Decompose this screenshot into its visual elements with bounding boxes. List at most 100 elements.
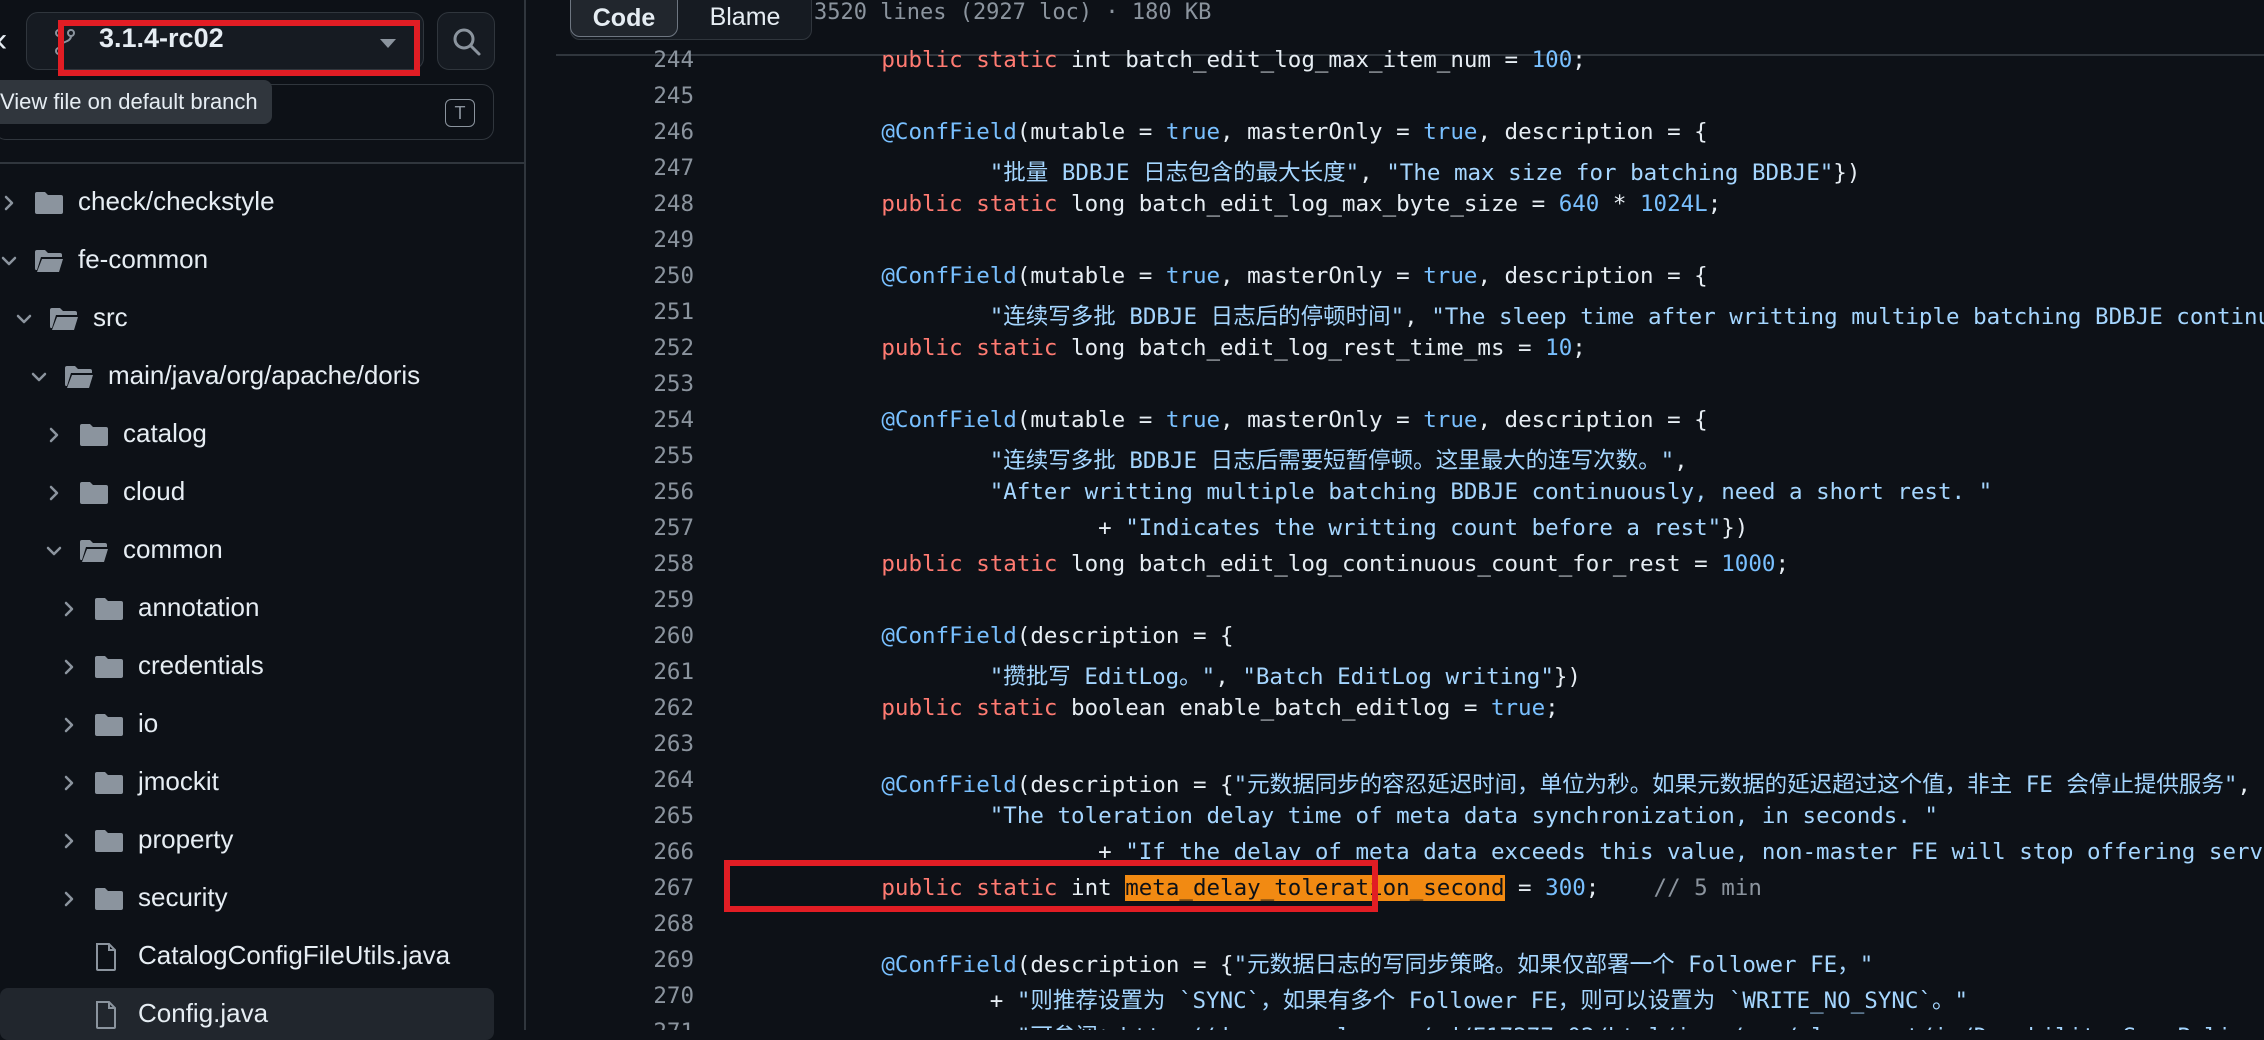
- code-line: 246 @ConfField(mutable = true, masterOnl…: [556, 115, 2264, 151]
- search-button[interactable]: [437, 12, 495, 70]
- line-number[interactable]: 267: [653, 875, 694, 901]
- tree-folder[interactable]: common: [0, 524, 494, 576]
- tree-item-label: annotation: [138, 592, 260, 622]
- tree-file[interactable]: CatalogConfigFileUtils.java: [0, 930, 494, 982]
- line-number[interactable]: 254: [653, 407, 694, 433]
- chevron-right-icon[interactable]: [58, 598, 80, 620]
- tree-item-label: fe-common: [78, 244, 209, 274]
- folder-icon: [95, 656, 123, 678]
- divider: [0, 162, 524, 164]
- tree-item-label: cloud: [123, 476, 186, 506]
- tree-item-label: security: [138, 882, 228, 912]
- tree-folder[interactable]: cloud: [0, 466, 494, 518]
- line-number[interactable]: 258: [653, 551, 694, 577]
- line-number[interactable]: 264: [653, 767, 694, 793]
- tree-file[interactable]: Config.java: [0, 988, 494, 1040]
- code-text: public static int meta_delay_toleration_…: [881, 875, 1762, 901]
- code-line: 265 "The toleration delay time of meta d…: [556, 799, 2264, 835]
- tree-folder[interactable]: catalog: [0, 408, 494, 460]
- line-number[interactable]: 268: [653, 911, 694, 937]
- line-number[interactable]: 260: [653, 623, 694, 649]
- line-number[interactable]: 248: [653, 191, 694, 217]
- view-tabs: Code Blame: [570, 0, 812, 40]
- line-number[interactable]: 271: [653, 1019, 694, 1030]
- chevron-right-icon[interactable]: [0, 192, 20, 214]
- tree-item-label: check/checkstyle: [78, 186, 275, 216]
- chevron-right-icon[interactable]: [58, 656, 80, 678]
- search-icon: [453, 28, 481, 56]
- line-number[interactable]: 262: [653, 695, 694, 721]
- folder-icon: [95, 888, 123, 910]
- line-number[interactable]: 245: [653, 83, 694, 109]
- branch-name: 3.1.4-rc02: [99, 23, 224, 53]
- folder-icon: [80, 482, 108, 504]
- tree-folder[interactable]: annotation: [0, 582, 494, 634]
- tree-folder[interactable]: credentials: [0, 640, 494, 692]
- code-text: "The toleration delay time of meta data …: [989, 803, 1938, 829]
- line-number[interactable]: 250: [653, 263, 694, 289]
- tab-code[interactable]: Code: [570, 0, 678, 37]
- code-line: 269 @ConfField(description = {"元数据日志的写同步…: [556, 943, 2264, 979]
- tree-folder[interactable]: property: [0, 814, 494, 866]
- line-number[interactable]: 269: [653, 947, 694, 973]
- code-line: 271 + "可参阅：http://docs.oracle.com/cd/E17…: [556, 1015, 2264, 1030]
- folder-icon: [35, 192, 63, 214]
- chevron-right-icon[interactable]: [58, 888, 80, 910]
- folder-open-icon: [35, 250, 63, 272]
- chevron-right-icon[interactable]: [58, 714, 80, 736]
- code-line: 264 @ConfField(description = {"元数据同步的容忍延…: [556, 763, 2264, 799]
- line-number[interactable]: 261: [653, 659, 694, 685]
- line-number[interactable]: 256: [653, 479, 694, 505]
- code-text: public static long batch_edit_log_contin…: [881, 551, 1789, 577]
- tree-folder[interactable]: jmockit: [0, 756, 494, 808]
- line-number[interactable]: 265: [653, 803, 694, 829]
- line-number[interactable]: 246: [653, 119, 694, 145]
- tree-folder[interactable]: fe-common: [0, 234, 494, 286]
- line-number[interactable]: 252: [653, 335, 694, 361]
- chevron-down-icon[interactable]: [13, 308, 35, 330]
- code-line: 244 public static int batch_edit_log_max…: [556, 43, 2264, 79]
- tree-folder[interactable]: main/java/org/apache/doris: [0, 350, 494, 402]
- code-line: 251 "连续写多批 BDBJE 日志后的停顿时间", "The sleep t…: [556, 295, 2264, 331]
- tree-folder[interactable]: io: [0, 698, 494, 750]
- tab-blame[interactable]: Blame: [683, 0, 807, 37]
- line-number[interactable]: 257: [653, 515, 694, 541]
- tree-item-label: credentials: [138, 650, 264, 680]
- folder-icon: [95, 598, 123, 620]
- chevron-left-icon[interactable]: ‹: [0, 22, 22, 58]
- line-number[interactable]: 249: [653, 227, 694, 253]
- line-number[interactable]: 259: [653, 587, 694, 613]
- code-line: 259: [556, 583, 2264, 619]
- chevron-right-icon[interactable]: [43, 482, 65, 504]
- tree-folder[interactable]: check/checkstyle: [0, 176, 494, 228]
- code-text: + "If the delay of meta data exceeds thi…: [773, 839, 2264, 865]
- branch-selector[interactable]: 3.1.4-rc02: [26, 12, 424, 70]
- chevron-down-icon[interactable]: [0, 250, 20, 272]
- line-number[interactable]: 270: [653, 983, 694, 1009]
- code-text: "批量 BDBJE 日志包含的最大长度", "The max size for …: [989, 160, 1861, 186]
- code-text: "After writting multiple batching BDBJE …: [989, 479, 1993, 505]
- chevron-right-icon[interactable]: [58, 772, 80, 794]
- chevron-right-icon[interactable]: [43, 424, 65, 446]
- chevron-down-icon[interactable]: [43, 540, 65, 562]
- search-highlight: meta_delay_toleration_second: [1125, 875, 1505, 901]
- code-line: 254 @ConfField(mutable = true, masterOnl…: [556, 403, 2264, 439]
- tree-folder[interactable]: security: [0, 872, 494, 924]
- code-text: @ConfField(description = {"元数据日志的写同步策略。如…: [881, 952, 1874, 978]
- code-line: 260 @ConfField(description = {: [556, 619, 2264, 655]
- code-text: "连续写多批 BDBJE 日志后需要短暂停顿。这里最大的连写次数。",: [989, 448, 1688, 474]
- line-number[interactable]: 251: [653, 299, 694, 325]
- line-number[interactable]: 244: [653, 47, 694, 73]
- line-number[interactable]: 247: [653, 155, 694, 181]
- code-text: public static boolean enable_batch_editl…: [881, 695, 1559, 721]
- tree-folder[interactable]: src: [0, 292, 494, 344]
- tree-item-label: jmockit: [138, 766, 219, 796]
- line-number[interactable]: 263: [653, 731, 694, 757]
- folder-icon: [95, 772, 123, 794]
- line-number[interactable]: 253: [653, 371, 694, 397]
- line-number[interactable]: 255: [653, 443, 694, 469]
- chevron-down-icon[interactable]: [28, 366, 50, 388]
- tree-item-label: main/java/org/apache/doris: [108, 360, 421, 390]
- line-number[interactable]: 266: [653, 839, 694, 865]
- chevron-right-icon[interactable]: [58, 830, 80, 852]
